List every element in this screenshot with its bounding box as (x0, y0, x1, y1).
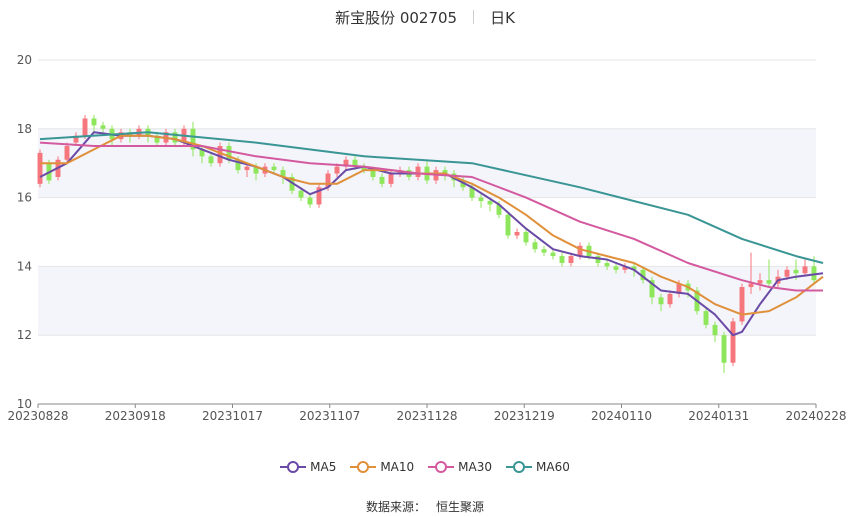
candle-body (505, 214, 511, 236)
y-tick-label: 14 (17, 259, 32, 273)
candle-body (487, 201, 493, 205)
data-source: 数据来源： 恒生聚源 (0, 498, 850, 515)
candle-body (307, 197, 313, 205)
x-tick-label: 20231219 (494, 409, 555, 423)
x-tick-label: 20230918 (105, 409, 166, 423)
x-tick-label: 20230828 (7, 409, 68, 423)
candle-body (388, 173, 394, 184)
candle-body (379, 176, 385, 184)
candle-body (703, 311, 709, 325)
legend-item-ma30[interactable]: MA30 (428, 460, 492, 474)
candle-body (298, 190, 304, 198)
legend-item-ma10[interactable]: MA10 (350, 460, 414, 474)
y-tick-label: 20 (17, 53, 32, 67)
legend-marker-icon (506, 461, 533, 473)
y-tick-label: 18 (17, 122, 32, 136)
candle-body (748, 283, 754, 288)
legend-label: MA30 (458, 460, 493, 474)
x-tick-label: 20231107 (299, 409, 360, 423)
candle-body (766, 280, 772, 284)
y-tick-label: 16 (17, 191, 32, 205)
legend-label: MA10 (380, 460, 415, 474)
candle-body (514, 232, 520, 236)
x-tick-label: 20240131 (688, 409, 749, 423)
candle-body (793, 269, 799, 274)
candle-body (100, 125, 106, 129)
candle-body (415, 166, 421, 177)
candle-body (370, 170, 376, 177)
candle-body (730, 321, 736, 363)
candle-body (550, 252, 556, 257)
legend-marker-icon (280, 461, 307, 473)
candle-body (37, 152, 43, 184)
candle-body (658, 297, 664, 305)
y-tick-label: 12 (17, 328, 32, 342)
candle-body (208, 156, 214, 164)
candle-body (757, 280, 763, 284)
candle-body (613, 266, 619, 270)
candle-body (91, 118, 97, 126)
candle-body (244, 166, 250, 171)
legend-label: MA60 (536, 460, 570, 474)
legend-item-ma5[interactable]: MA5 (280, 460, 336, 474)
candle-body (784, 269, 790, 277)
candle-body (667, 293, 673, 305)
legend-label: MA5 (310, 460, 337, 474)
candle-body (802, 266, 808, 274)
x-tick-label: 20231017 (202, 409, 263, 423)
candle-body (82, 118, 88, 136)
x-tick-label: 20240228 (785, 409, 846, 423)
candle-body (532, 242, 538, 250)
x-tick-label: 20231128 (396, 409, 457, 423)
candle-body (523, 232, 529, 243)
source-label: 数据来源： (365, 500, 426, 514)
candle-body (64, 146, 70, 160)
legend: MA5 MA10 MA30 MA60 (0, 458, 850, 476)
candle-body (721, 335, 727, 363)
candle-body (334, 166, 340, 174)
candle-body (568, 256, 574, 263)
x-tick-label: 20240110 (591, 409, 652, 423)
candle-body (478, 197, 484, 202)
legend-item-ma60[interactable]: MA60 (506, 460, 570, 474)
candle-body (271, 166, 277, 171)
candle-body (604, 262, 610, 267)
candle-body (541, 249, 547, 253)
legend-marker-icon (428, 461, 455, 473)
candlestick-chart: 10121416182020230828 20230918 20231017 2023… (7, 53, 846, 423)
candle-body (739, 287, 745, 322)
candle-body (712, 324, 718, 336)
legend-marker-icon (350, 461, 377, 473)
candle-body (559, 256, 565, 263)
source-value: 恒生聚源 (436, 500, 485, 514)
